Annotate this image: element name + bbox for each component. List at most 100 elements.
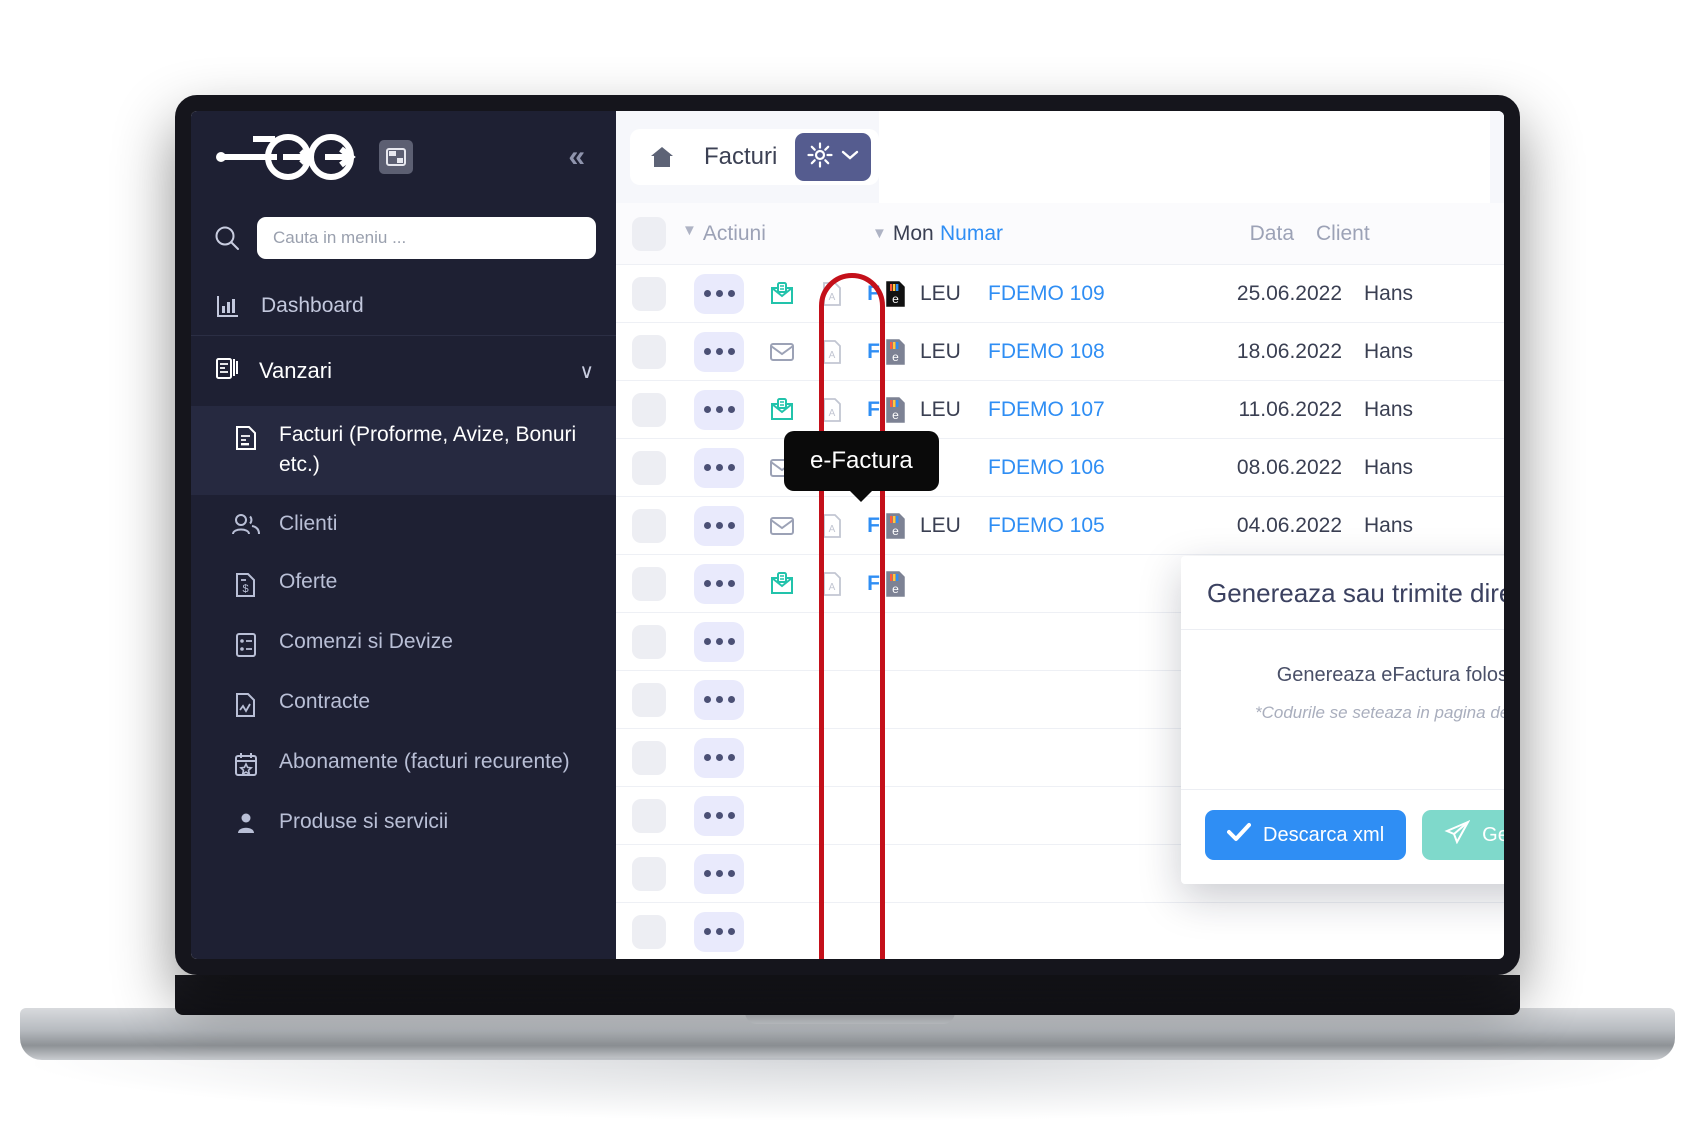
checkbox[interactable] xyxy=(632,276,666,311)
row-invoice-number[interactable]: FDEMO 107 xyxy=(988,398,1184,422)
column-client[interactable]: Client xyxy=(1316,222,1504,246)
checkbox[interactable] xyxy=(632,682,666,717)
layout-toggle-icon[interactable] xyxy=(379,140,413,174)
row-checkbox[interactable] xyxy=(616,566,682,601)
row-invoice-number[interactable]: FDEMO 106 xyxy=(988,456,1184,480)
column-actions[interactable]: ▼ Actiuni xyxy=(682,222,766,246)
settings-dropdown-button[interactable] xyxy=(795,133,872,181)
table-row[interactable]: A Fe LEU FDEMO 105 04.06.2022 Hans xyxy=(616,497,1504,555)
row-actions-button[interactable] xyxy=(682,447,756,488)
pdf-icon[interactable]: A xyxy=(808,397,856,423)
row-checkbox[interactable] xyxy=(616,508,682,543)
checkbox[interactable] xyxy=(632,216,666,251)
mail-closed-icon[interactable] xyxy=(756,341,808,363)
row-checkbox[interactable] xyxy=(616,798,682,833)
table-row[interactable]: A Fe LEU FDEMO 107 11.06.2022 Hans xyxy=(616,381,1504,439)
efactura-icon[interactable]: Fe xyxy=(856,570,920,598)
checkbox[interactable] xyxy=(632,624,666,659)
row-checkbox[interactable] xyxy=(616,914,682,949)
mail-closed-icon[interactable] xyxy=(756,515,808,537)
column-currency[interactable]: ▼ Mon xyxy=(872,222,940,246)
efactura-icon[interactable]: Fe xyxy=(856,280,920,308)
row-actions-button[interactable] xyxy=(682,737,756,778)
select-all-checkbox[interactable] xyxy=(616,216,682,251)
table-row[interactable]: AFeFDEMO 10608.06.2022Hans xyxy=(616,439,1504,497)
row-checkbox[interactable] xyxy=(616,334,682,369)
row-actions-button[interactable] xyxy=(682,679,756,720)
more-actions-icon[interactable] xyxy=(694,737,744,778)
row-actions-button[interactable] xyxy=(682,331,756,372)
checkbox[interactable] xyxy=(632,450,666,485)
more-actions-icon[interactable] xyxy=(694,447,744,488)
more-actions-icon[interactable] xyxy=(694,853,744,894)
row-checkbox[interactable] xyxy=(616,450,682,485)
row-checkbox[interactable] xyxy=(616,392,682,427)
sidebar-item-facturi[interactable]: Facturi (Proforme, Avize, Bonuri etc.) xyxy=(191,406,616,495)
generate-send-efactura-button[interactable]: Genereaza si trimite e-Factura xyxy=(1422,810,1504,860)
row-actions-button[interactable] xyxy=(682,853,756,894)
sidebar-item-contracte[interactable]: Contracte xyxy=(191,673,616,733)
sidebar-group-vanzari[interactable]: Vanzari ∨ xyxy=(191,336,616,406)
mail-open-green-icon[interactable] xyxy=(756,281,808,307)
more-actions-icon[interactable] xyxy=(694,679,744,720)
more-actions-icon[interactable] xyxy=(694,911,744,952)
more-actions-icon[interactable] xyxy=(694,389,744,430)
row-invoice-number[interactable]: FDEMO 109 xyxy=(988,282,1184,306)
audit-link[interactable]: Vezi audit e-Factura xyxy=(1207,739,1504,763)
column-date[interactable]: Data xyxy=(1136,222,1316,246)
mail-open-green-icon[interactable] xyxy=(756,571,808,597)
more-actions-icon[interactable] xyxy=(694,563,744,604)
sidebar-item-abonamente[interactable]: Abonamente (facturi recurente) xyxy=(191,733,616,793)
sidebar-item-clienti[interactable]: Clienti xyxy=(191,495,616,553)
pdf-icon[interactable]: A xyxy=(808,281,856,307)
sidebar-item-produse[interactable]: Produse si servicii xyxy=(191,793,616,851)
collapse-sidebar-icon[interactable]: « xyxy=(568,142,594,172)
row-actions-button[interactable] xyxy=(682,563,756,604)
checkbox[interactable] xyxy=(632,798,666,833)
row-checkbox[interactable] xyxy=(616,624,682,659)
row-checkbox[interactable] xyxy=(616,276,682,311)
row-actions-button[interactable] xyxy=(682,795,756,836)
more-actions-icon[interactable] xyxy=(694,505,744,546)
fgo-logo[interactable] xyxy=(213,131,363,183)
download-xml-button[interactable]: Descarca xml xyxy=(1205,810,1407,860)
pdf-icon[interactable]: A xyxy=(808,571,856,597)
checkbox[interactable] xyxy=(632,334,666,369)
row-actions-button[interactable] xyxy=(682,389,756,430)
pdf-icon[interactable]: A xyxy=(808,513,856,539)
table-row[interactable]: A Fe LEU FDEMO 109 25.06.2022 Hans xyxy=(616,265,1504,323)
checkbox[interactable] xyxy=(632,392,666,427)
more-actions-icon[interactable] xyxy=(694,331,744,372)
table-row[interactable]: A Fe LEU FDEMO 108 18.06.2022 Hans xyxy=(616,323,1504,381)
efactura-icon[interactable]: Fe xyxy=(856,338,920,366)
mail-open-green-icon[interactable] xyxy=(756,397,808,423)
search-input[interactable] xyxy=(257,217,596,259)
sidebar-item-dashboard[interactable]: Dashboard xyxy=(191,277,616,335)
row-invoice-number[interactable]: FDEMO 108 xyxy=(988,340,1184,364)
checkbox[interactable] xyxy=(632,740,666,775)
row-checkbox[interactable] xyxy=(616,740,682,775)
sidebar-item-comenzi[interactable]: Comenzi si Devize xyxy=(191,613,616,673)
checkbox[interactable] xyxy=(632,856,666,891)
tab-facturi[interactable]: Facturi xyxy=(630,129,880,185)
checkbox[interactable] xyxy=(632,914,666,949)
row-actions-button[interactable] xyxy=(682,621,756,662)
row-actions-button[interactable] xyxy=(682,273,756,314)
row-invoice-number[interactable]: FDEMO 105 xyxy=(988,514,1184,538)
table-row[interactable] xyxy=(616,903,1504,959)
checkbox[interactable] xyxy=(632,566,666,601)
more-actions-icon[interactable] xyxy=(694,273,744,314)
pdf-icon[interactable]: A xyxy=(808,339,856,365)
chevron-down-icon[interactable]: ∨ xyxy=(579,359,594,384)
row-actions-button[interactable] xyxy=(682,911,756,952)
row-actions-button[interactable] xyxy=(682,505,756,546)
efactura-icon[interactable]: Fe xyxy=(856,396,920,424)
checkbox[interactable] xyxy=(632,508,666,543)
more-actions-icon[interactable] xyxy=(694,621,744,662)
row-checkbox[interactable] xyxy=(616,856,682,891)
efactura-icon[interactable]: Fe xyxy=(856,512,920,540)
sort-icon[interactable]: ▼ xyxy=(682,222,697,246)
sidebar-item-oferte[interactable]: $ Oferte xyxy=(191,553,616,613)
more-actions-icon[interactable] xyxy=(694,795,744,836)
sort-icon[interactable]: ▼ xyxy=(872,225,887,242)
